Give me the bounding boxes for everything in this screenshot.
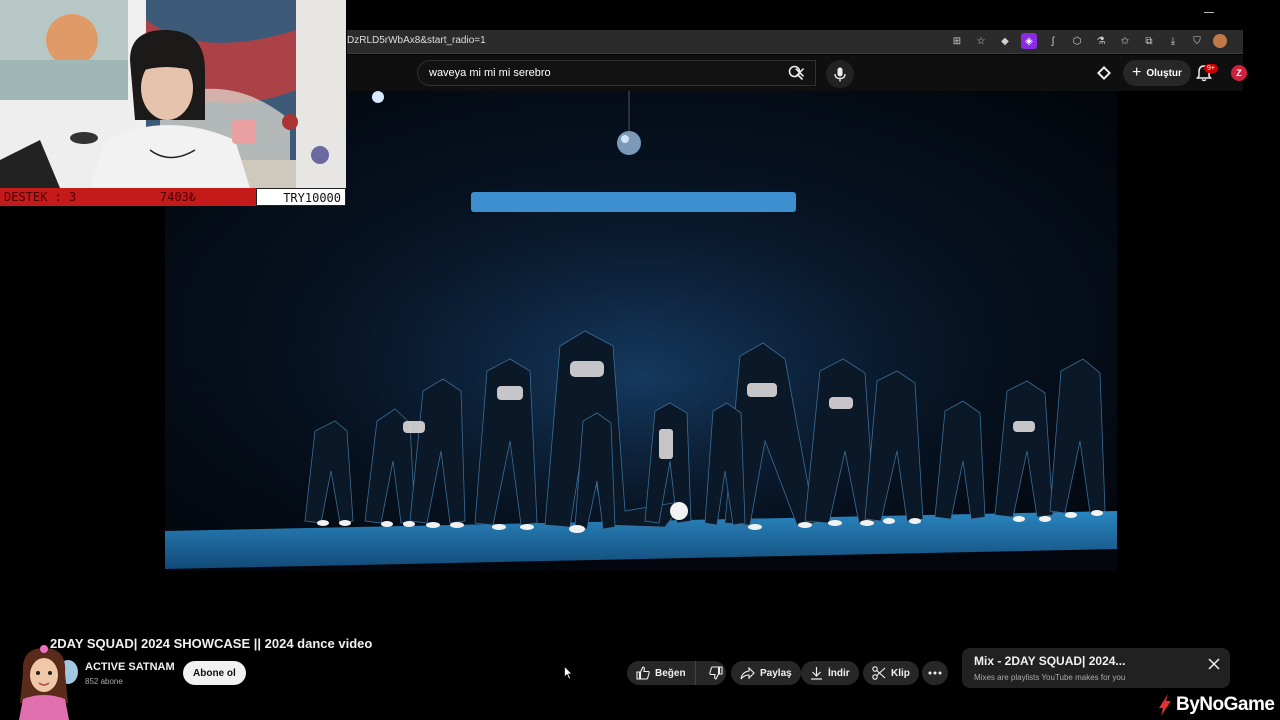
dislike-button[interactable] [701, 661, 731, 685]
voice-search-button[interactable] [826, 60, 854, 88]
clip-button[interactable]: Klip [863, 661, 919, 685]
video-title: 2DAY SQUAD| 2024 SHOWCASE || 2024 dance … [50, 636, 373, 651]
url-text[interactable]: DzRLD5rWbAx8&start_radio=1 [347, 35, 486, 46]
streamer-webcam [0, 0, 346, 188]
extension-s-icon[interactable]: ʃ [1045, 33, 1061, 49]
more-horizontal-icon [928, 671, 942, 675]
create-label: Oluştur [1146, 67, 1182, 79]
mix-subtitle: Mixes are playlists YouTube makes for yo… [974, 673, 1126, 682]
donation-amount: 7403₺ [159, 190, 196, 204]
app-install-icon[interactable]: ⊞ [949, 33, 965, 49]
notification-badge: 9+ [1204, 64, 1218, 73]
extension-diamond-icon[interactable]: ◆ [997, 33, 1013, 49]
mouse-cursor-icon [564, 666, 573, 680]
youtube-masthead: waveya mi mi mi serebro ✕ + Oluştur 9+ Z [347, 55, 1247, 91]
donation-bar: DESTEK : 3 7403₺ TRY10000 [0, 188, 346, 206]
bookmark-star-icon[interactable]: ☆ [973, 33, 989, 49]
download-icon [811, 667, 822, 680]
mix-playlist-panel[interactable]: Mix - 2DAY SQUAD| 2024... Mixes are play… [962, 648, 1230, 688]
share-icon [740, 666, 755, 679]
search-icon [788, 65, 804, 81]
like-dislike-group: Beğen [627, 661, 726, 685]
extension-flask-icon[interactable]: ⚗ [1093, 33, 1109, 49]
more-actions-button[interactable] [922, 661, 948, 685]
close-icon[interactable] [1208, 658, 1220, 670]
streamer-character-overlay [13, 643, 75, 720]
thumbs-up-icon [636, 666, 650, 680]
microphone-icon [834, 67, 846, 81]
like-button[interactable]: Beğen [627, 661, 696, 685]
bynogame-watermark: ByNoGame [1156, 694, 1275, 716]
scissors-icon [872, 666, 886, 680]
extension-purple-icon[interactable]: ◈ [1021, 33, 1037, 49]
collections-icon[interactable]: ⧉ [1141, 33, 1157, 49]
minimize-icon[interactable] [1204, 12, 1214, 13]
donation-goal: TRY10000 [256, 188, 346, 206]
shield-icon[interactable]: ⛉ [1189, 33, 1205, 49]
search-input[interactable]: waveya mi mi mi serebro ✕ [417, 60, 816, 86]
address-bar[interactable]: DzRLD5rWbAx8&start_radio=1 ⊞ ☆ ◆ ◈ ʃ ⬡ ⚗… [347, 30, 1243, 54]
browser-titlebar [347, 0, 1243, 30]
donation-progress: DESTEK : 3 7403₺ [0, 188, 256, 206]
subscribe-button[interactable]: Abone ol [183, 661, 246, 685]
extension-toolbar: ⊞ ☆ ◆ ◈ ʃ ⬡ ⚗ ✩ ⧉ ⤓ ⛉ [949, 33, 1227, 49]
clip-label: Klip [891, 667, 910, 679]
channel-name[interactable]: ACTIVE SATNAM [85, 661, 175, 673]
destek-label: DESTEK : 3 [4, 190, 77, 204]
download-icon[interactable]: ⤓ [1165, 33, 1181, 49]
search-button[interactable] [779, 60, 813, 86]
favorites-icon[interactable]: ✩ [1117, 33, 1133, 49]
mix-title[interactable]: Mix - 2DAY SQUAD| 2024... [974, 654, 1125, 668]
download-button[interactable]: İndir [801, 661, 859, 685]
like-label: Beğen [655, 667, 686, 679]
download-label: İndir [828, 667, 850, 679]
webcam-image [0, 0, 346, 188]
account-avatar[interactable]: Z [1231, 65, 1247, 81]
subscriber-count: 852 abone [85, 677, 123, 686]
share-button[interactable]: Paylaş [731, 661, 801, 685]
extension-hex-icon[interactable]: ⬡ [1069, 33, 1085, 49]
plus-icon: + [1132, 64, 1142, 81]
search-query[interactable]: waveya mi mi mi serebro [429, 67, 551, 79]
bynogame-logo-icon [1159, 694, 1171, 716]
bynogame-text: ByNoGame [1176, 694, 1275, 715]
profile-avatar-icon[interactable] [1213, 34, 1227, 48]
thumbs-down-icon [708, 666, 723, 680]
create-button[interactable]: + Oluştur [1123, 60, 1191, 86]
cast-icon[interactable] [1096, 65, 1112, 81]
share-label: Paylaş [760, 667, 792, 679]
